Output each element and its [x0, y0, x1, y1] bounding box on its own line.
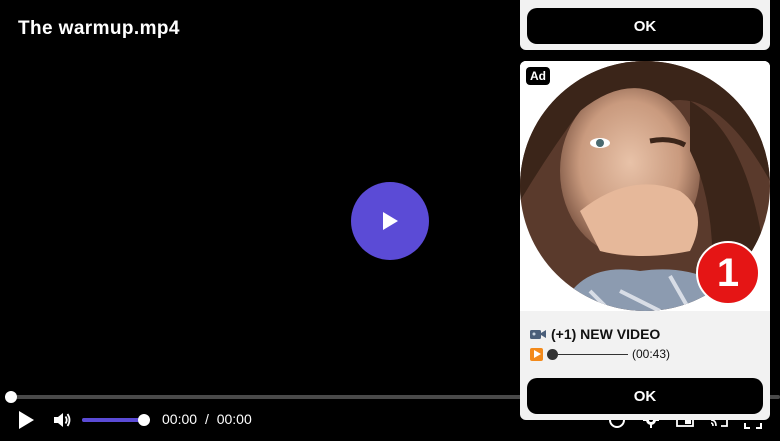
play-button-icon — [530, 347, 543, 361]
ad-image[interactable]: Ad 1 — [520, 61, 770, 311]
ad-card[interactable]: Ad 1 (+1) NEW VIDEO (00:43) OK — [520, 61, 770, 420]
video-camera-icon — [530, 330, 546, 339]
notification-badge: 1 — [696, 241, 760, 305]
ad-top-ok-button[interactable]: OK — [527, 8, 763, 44]
big-play-button[interactable] — [351, 182, 429, 260]
duration: 00:00 — [216, 411, 252, 427]
video-title: The warmup.mp4 — [18, 18, 180, 39]
volume-level — [82, 414, 150, 426]
play-icon — [383, 212, 398, 230]
play-icon — [19, 411, 34, 429]
ad-badge: Ad — [526, 67, 550, 85]
ad-ok-button[interactable]: OK — [527, 378, 763, 414]
current-time: 00:00 — [162, 411, 198, 427]
time-display: 00:00 / 00:00 — [162, 411, 256, 427]
record-dot-icon — [547, 348, 558, 360]
time-separator: / — [204, 411, 209, 427]
seek-handle[interactable] — [5, 391, 17, 403]
volume-icon — [54, 413, 71, 427]
ad-title-text: (+1) NEW VIDEO — [551, 326, 661, 342]
volume-button[interactable] — [50, 408, 74, 432]
volume-slider[interactable] — [82, 414, 150, 426]
ad-subtitle: (00:43) — [530, 347, 670, 361]
ad-video-length: (00:43) — [632, 347, 671, 361]
ad-title: (+1) NEW VIDEO — [530, 326, 660, 342]
volume-handle[interactable] — [138, 414, 150, 426]
ad-panel-top: OK — [520, 0, 770, 50]
play-button[interactable] — [14, 408, 38, 432]
progress-line — [558, 353, 628, 355]
